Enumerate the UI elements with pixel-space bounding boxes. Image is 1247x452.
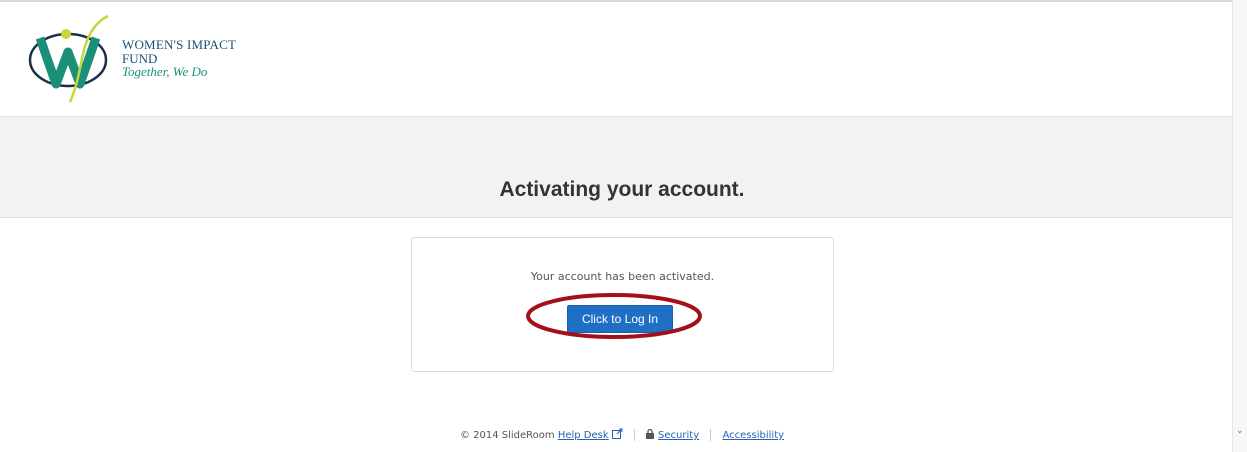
site-header: WOMEN'S IMPACT FUND Together, We Do <box>0 2 1232 117</box>
wf-logo-mark-icon <box>28 14 109 103</box>
scroll-down-arrow-icon[interactable]: ⌄ <box>1236 426 1244 436</box>
accessibility-link[interactable]: Accessibility <box>723 430 785 441</box>
security-link[interactable]: Security <box>658 430 699 441</box>
page: WOMEN'S IMPACT FUND Together, We Do Acti… <box>0 0 1247 452</box>
activation-card: Your account has been activated. Click t… <box>411 237 834 372</box>
lock-icon <box>646 429 655 439</box>
logo-tagline: Together, We Do <box>122 64 208 79</box>
login-button[interactable]: Click to Log In <box>567 305 673 333</box>
womens-impact-fund-logo[interactable]: WOMEN'S IMPACT FUND Together, We Do <box>26 14 266 106</box>
page-title: Activating your account. <box>499 178 745 201</box>
copyright-text: © 2014 SlideRoom <box>459 430 555 441</box>
help-desk-link[interactable]: Help Desk <box>558 430 609 441</box>
hero-band: Activating your account. <box>0 117 1232 218</box>
vertical-scrollbar[interactable] <box>1232 0 1247 452</box>
footer-separator <box>633 429 635 441</box>
external-link-icon <box>611 428 623 439</box>
footer-separator <box>710 429 712 441</box>
activation-message: Your account has been activated. <box>530 270 715 283</box>
site-footer: © 2014 SlideRoom Help Desk Security Acce… <box>0 428 1244 441</box>
